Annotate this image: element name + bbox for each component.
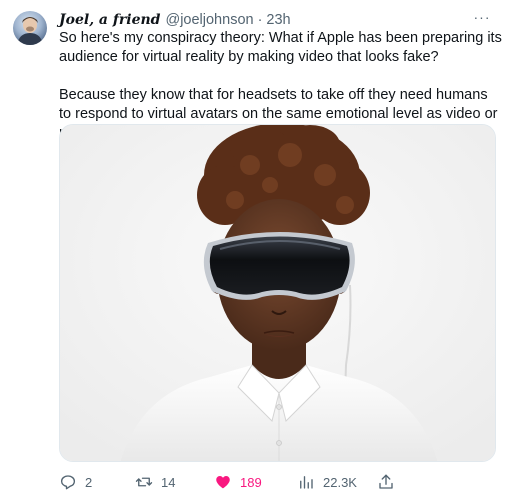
tweet[interactable]: Joel, a friend @joeljohnson · 23h ··· So…: [0, 0, 508, 500]
views-count: 22.3K: [323, 474, 357, 490]
reply-count: 2: [85, 474, 93, 490]
tweet-media-photo[interactable]: [59, 124, 496, 462]
retweet-button[interactable]: 14: [135, 473, 175, 491]
views-bar-chart-icon: [300, 476, 313, 489]
share-upload-icon: [379, 474, 393, 489]
heart-filled-icon: [216, 476, 230, 489]
more-options-icon[interactable]: ···: [472, 10, 492, 29]
separator-dot: ·: [257, 12, 263, 28]
retweet-count: 14: [161, 474, 176, 490]
retweet-icon: [135, 477, 153, 487]
avatar-image: [17, 17, 43, 45]
tweet-actions: 2 14 189 22.3K: [59, 472, 496, 492]
user-handle[interactable]: @joeljohnson: [165, 11, 253, 29]
views-button[interactable]: 22.3K: [297, 473, 357, 491]
like-count: 189: [240, 474, 262, 490]
photo-woman-vr-headset-icon: [60, 125, 495, 461]
like-button[interactable]: 189: [214, 473, 262, 491]
tweet-paragraph: So here's my conspiracy theory: What if …: [59, 30, 502, 65]
tweet-header: Joel, a friend @joeljohnson · 23h ···: [59, 10, 498, 29]
reply-button[interactable]: 2: [59, 473, 92, 491]
display-name[interactable]: Joel, a friend: [59, 11, 160, 29]
timestamp[interactable]: 23h: [266, 11, 290, 29]
reply-icon: [60, 475, 76, 490]
avatar[interactable]: [13, 11, 47, 45]
share-button[interactable]: [377, 473, 395, 491]
